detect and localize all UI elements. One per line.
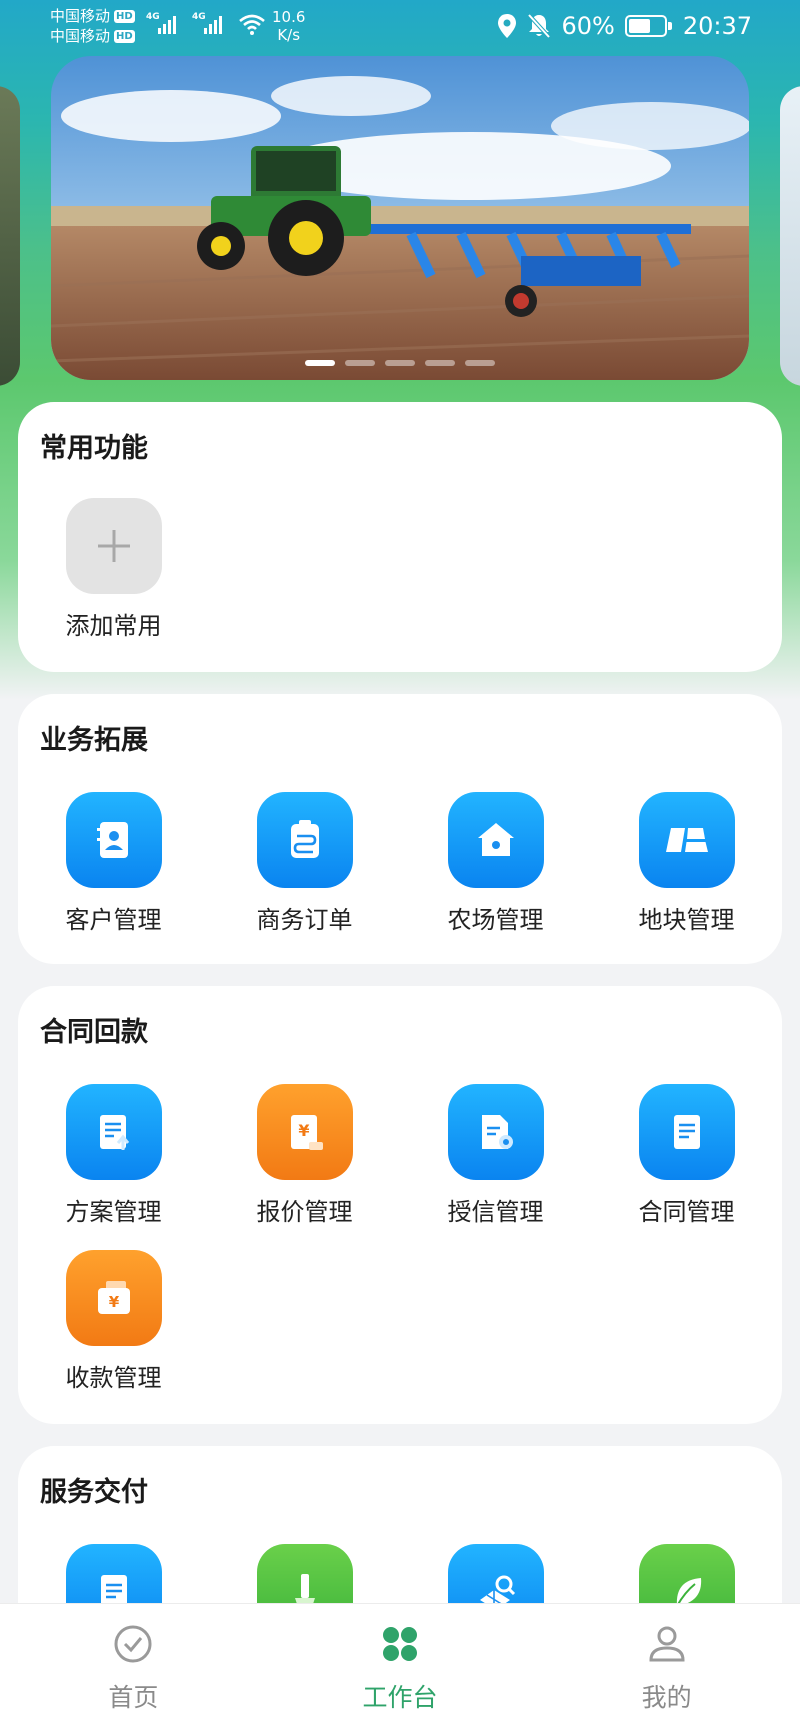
add-common-button[interactable]: 添加常用 [18,498,209,641]
payment-management-tile[interactable]: ¥ 收款管理 [18,1250,209,1393]
business-card: 业务拓展 客户管理 商务订单 农场管理 地块管理 [18,694,782,964]
contacts-icon [65,792,162,888]
banner-prev-slide[interactable] [0,86,20,386]
banner-slide[interactable] [51,56,749,380]
section-title: 合同回款 [40,1017,148,1048]
hd-badge: HD [114,29,135,43]
grid-dots-icon [383,1627,417,1661]
location-icon [498,14,517,38]
carousel-dot[interactable] [425,360,455,366]
nav-label: 工作台 [362,1683,438,1712]
banner-carousel[interactable] [0,56,800,386]
tile-label: 合同管理 [638,1198,735,1226]
farm-house-icon [447,792,544,888]
nav-mine[interactable]: 我的 [533,1604,800,1733]
status-bar: 中国移动 HD 中国移动 HD 4G 4G 10.6 K/s 60% 20:37 [0,0,800,56]
wallet-icon: ¥ [65,1250,162,1346]
common-functions-card: 常用功能 添加常用 [18,402,782,672]
plan-management-tile[interactable]: 方案管理 [18,1084,209,1227]
carousel-dot[interactable] [385,360,415,366]
banner-next-slide[interactable] [780,86,800,386]
tile-label: 农场管理 [447,906,544,934]
carrier-info: 中国移动 HD 中国移动 HD [50,6,135,46]
order-icon [256,792,353,888]
credit-management-tile[interactable]: 授信管理 [400,1084,591,1227]
carrier-1: 中国移动 [50,7,111,25]
tile-label: 客户管理 [65,906,162,934]
tile-label: 添加常用 [65,612,162,640]
nav-label: 首页 [108,1683,159,1712]
tile-label: 商务订单 [256,906,353,934]
plan-doc-icon [65,1084,162,1180]
nav-workbench[interactable]: 工作台 [267,1604,534,1733]
contract-card: 合同回款 方案管理 ¥ 报价管理 授信管理 合同管理 ¥ 收款管理 [18,986,782,1424]
signal-icon: 4G [146,12,184,36]
battery-icon [624,15,672,37]
tractor-field-image [51,56,749,380]
nav-label: 我的 [641,1683,692,1712]
svg-text:¥: ¥ [298,1121,309,1140]
contract-doc-icon [638,1084,735,1180]
carousel-indicator [51,360,749,366]
tile-label: 地块管理 [638,906,735,934]
quote-management-tile[interactable]: ¥ 报价管理 [209,1084,400,1227]
contract-management-tile[interactable]: 合同管理 [591,1084,782,1227]
carrier-2: 中国移动 [50,27,111,45]
section-title: 服务交付 [40,1477,148,1508]
carousel-dot[interactable] [305,360,335,366]
farm-management-tile[interactable]: 农场管理 [400,792,591,935]
signal-icon: 4G [192,12,230,36]
carousel-dot[interactable] [345,360,375,366]
land-plot-management-tile[interactable]: 地块管理 [591,792,782,935]
svg-text:¥: ¥ [108,1293,119,1311]
tile-label: 授信管理 [447,1198,544,1226]
carousel-dot[interactable] [465,360,495,366]
network-speed: 10.6 K/s [272,8,306,44]
battery-percent: 60% [561,12,615,40]
nav-home[interactable]: 首页 [0,1604,267,1733]
clock: 20:37 [682,12,752,40]
mute-bell-icon [528,13,551,39]
user-icon [649,1626,685,1662]
quote-icon: ¥ [256,1084,353,1180]
customer-management-tile[interactable]: 客户管理 [18,792,209,935]
wifi-icon [239,14,265,35]
hd-badge: HD [114,9,135,23]
add-icon [65,498,162,594]
section-title: 常用功能 [40,433,148,464]
credit-doc-icon [447,1084,544,1180]
bottom-navigation: 首页 工作台 我的 [0,1603,800,1733]
business-order-tile[interactable]: 商务订单 [209,792,400,935]
section-title: 业务拓展 [40,725,148,756]
tile-label: 收款管理 [65,1364,162,1392]
tile-label: 报价管理 [256,1198,353,1226]
land-plot-icon [638,792,735,888]
check-circle-icon [114,1625,152,1663]
tile-label: 方案管理 [65,1198,162,1226]
